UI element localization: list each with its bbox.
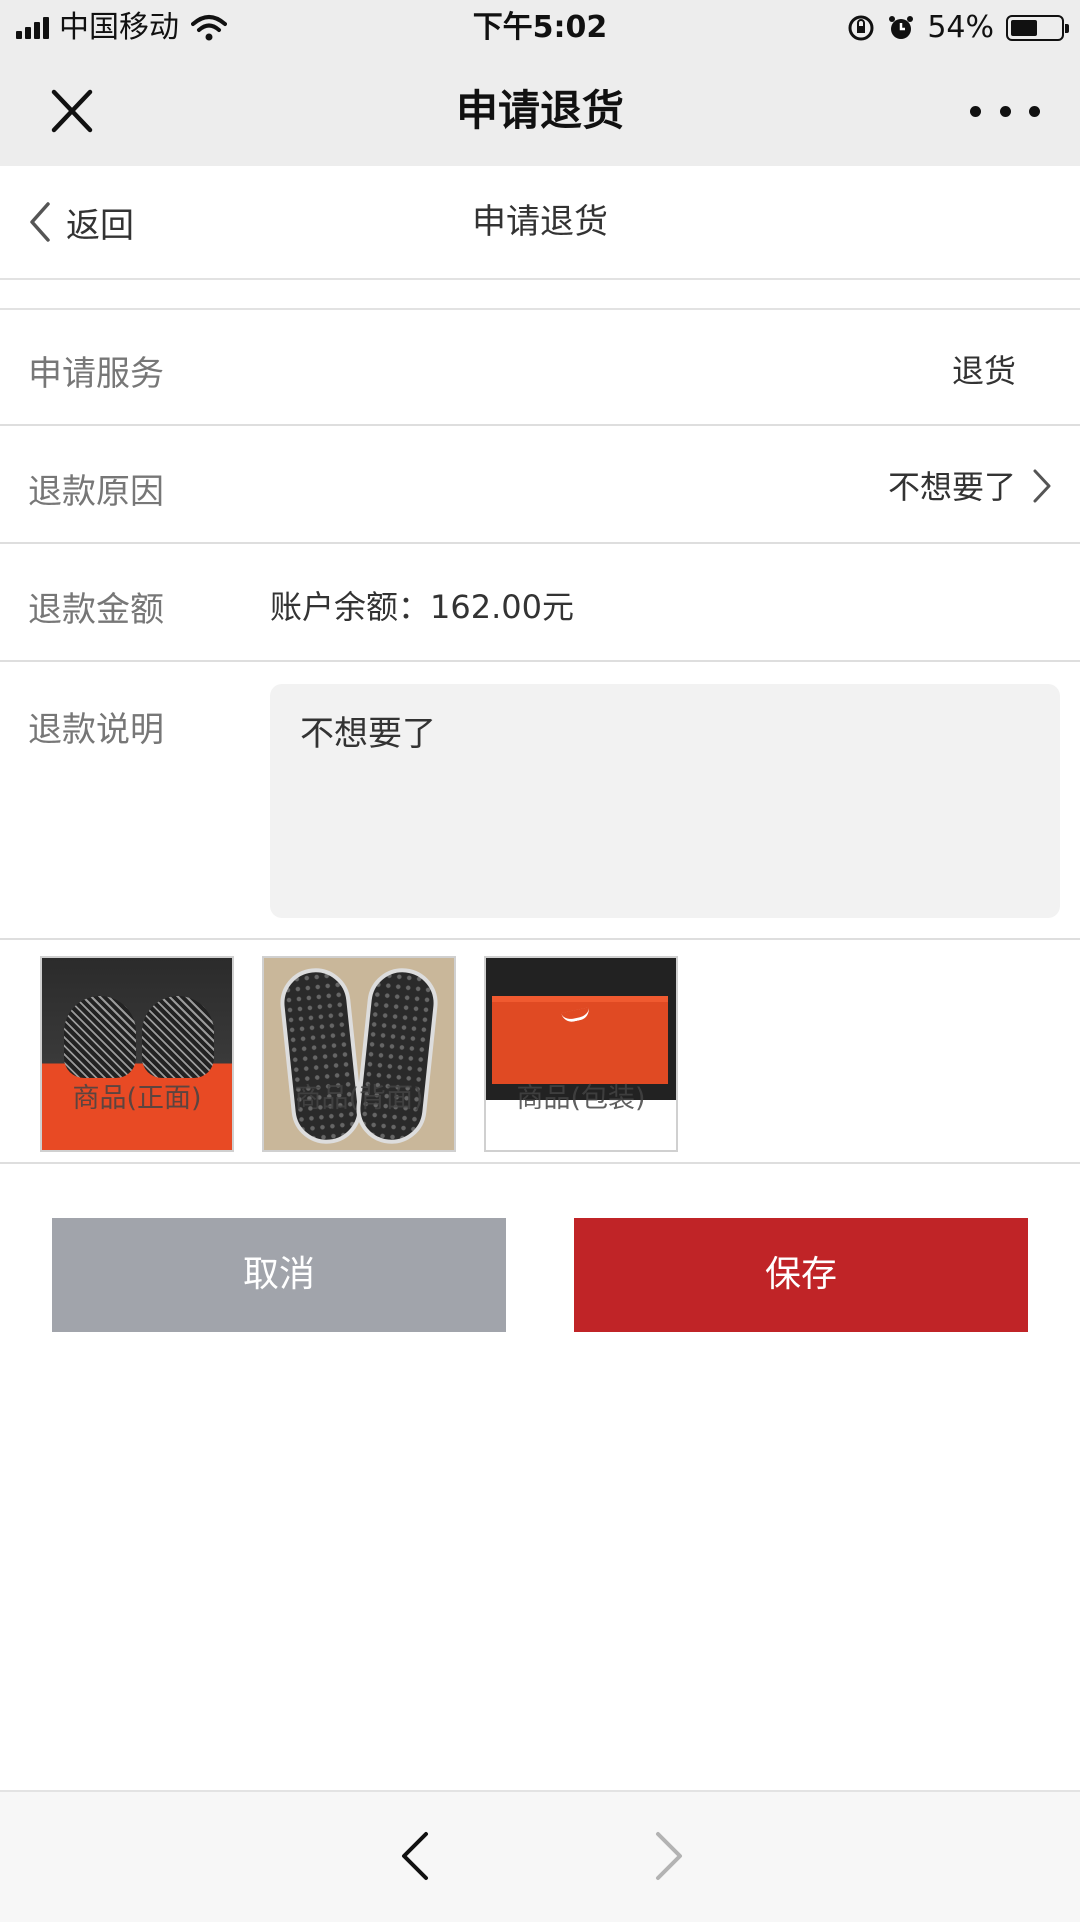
service-label: 申请服务	[28, 354, 164, 394]
amount-label: 退款金额	[28, 590, 164, 630]
reason-label: 退款原因	[28, 472, 164, 512]
status-bar: 中国移动 下午5:02 54%	[0, 0, 1080, 56]
description-label: 退款说明	[28, 710, 164, 750]
wechat-nav-bar: 申请退货	[0, 56, 1080, 166]
status-left: 中国移动	[16, 0, 227, 56]
chevron-right-icon	[1033, 469, 1051, 503]
service-row: 申请服务 退货	[0, 310, 1080, 426]
photo-caption: 商品(正面)	[72, 1083, 202, 1114]
signal-icon	[16, 17, 49, 39]
service-value: 退货	[951, 352, 1016, 390]
back-button[interactable]: 返回	[26, 166, 134, 278]
battery-icon	[1006, 15, 1069, 41]
battery-fill	[1011, 20, 1037, 36]
orientation-lock-icon	[848, 15, 874, 41]
save-button[interactable]: 保存	[574, 1218, 1028, 1332]
amount-row: 退款金额 账户余额：162.00元	[0, 544, 1080, 662]
status-right: 54%	[847, 0, 1069, 56]
nav-title: 申请退货	[455, 86, 624, 135]
photo-upload-row: 商品(正面) 商品(背面) 商品(包装)	[0, 940, 1080, 1164]
carrier-name: 中国移动	[59, 10, 179, 45]
more-icon[interactable]	[970, 86, 1040, 136]
description-textarea[interactable]: 不想要了	[270, 684, 1060, 918]
page-title: 申请退货	[472, 202, 608, 242]
page-header: 返回 申请退货	[0, 166, 1080, 280]
wifi-icon	[191, 15, 227, 41]
photo-front[interactable]: 商品(正面)	[40, 956, 234, 1152]
amount-value: 账户余额：162.00元	[270, 588, 574, 626]
photo-package[interactable]: 商品(包装)	[484, 956, 678, 1152]
battery-percent: 54%	[927, 10, 994, 45]
photo-caption: 商品(包装)	[516, 1083, 646, 1114]
reason-value[interactable]: 不想要了	[888, 462, 1016, 508]
alarm-icon	[889, 16, 914, 39]
photo-caption: 商品(背面)	[294, 1083, 424, 1114]
back-arrow-icon[interactable]	[390, 1828, 440, 1884]
section-gap	[0, 280, 1080, 310]
chevron-left-icon	[30, 202, 50, 242]
back-label: 返回	[66, 205, 134, 246]
photo-back[interactable]: 商品(背面)	[262, 956, 456, 1152]
reason-row[interactable]: 退款原因 不想要了	[0, 426, 1080, 544]
browser-toolbar	[0, 1790, 1080, 1922]
cancel-button[interactable]: 取消	[52, 1218, 506, 1332]
forward-arrow-icon[interactable]	[644, 1828, 694, 1884]
